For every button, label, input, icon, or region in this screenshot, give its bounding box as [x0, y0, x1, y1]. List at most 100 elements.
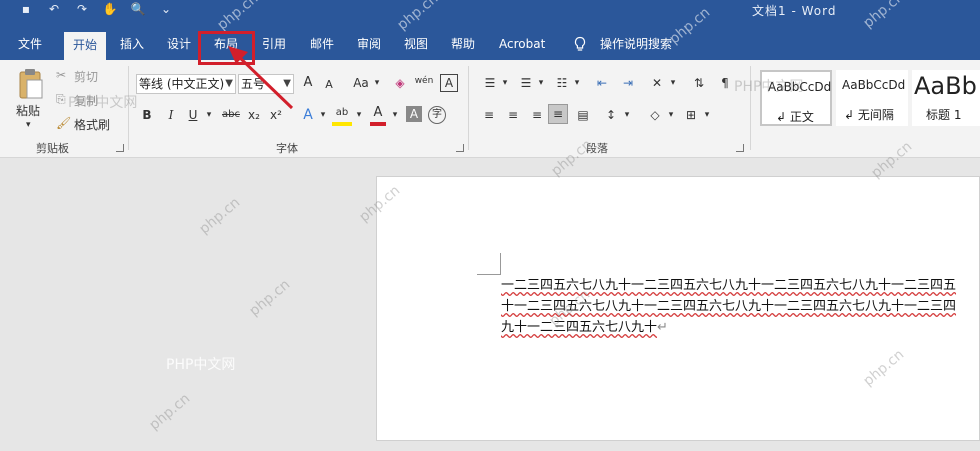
line-spacing-icon[interactable]: ↕ — [602, 106, 620, 124]
group-divider — [128, 66, 129, 150]
margin-corner-mark — [477, 253, 501, 275]
ribbon-tabs: 文件 开始 插入 设计 布局 引用 邮件 审阅 视图 帮助 Acrobat 操作… — [0, 28, 980, 60]
highlight-button[interactable]: ab — [332, 104, 352, 126]
style-name: 标题 1 — [926, 108, 962, 122]
tab-design[interactable]: 设计 — [167, 36, 191, 60]
group-divider — [468, 66, 469, 150]
multilevel-list-icon[interactable]: ☷ — [552, 74, 572, 92]
grow-font-button[interactable]: A — [300, 74, 316, 92]
text-effects-button[interactable]: A — [300, 106, 316, 124]
align-center-icon[interactable]: ≡ — [504, 106, 522, 124]
style-heading-1[interactable]: AaBb 标题 1 — [912, 70, 980, 126]
paste-icon[interactable] — [18, 68, 44, 100]
shrink-font-button[interactable]: A — [322, 76, 336, 94]
cut-icon[interactable]: ✂ — [56, 68, 66, 82]
phonetic-guide-button[interactable]: wén — [414, 72, 434, 90]
enclose-characters-button[interactable]: 字 — [428, 106, 446, 124]
tab-home[interactable]: 开始 — [64, 32, 107, 60]
customize-qat-icon[interactable]: ⌄ — [158, 2, 174, 16]
redo-icon[interactable]: ↷ — [74, 2, 90, 16]
tab-acrobat[interactable]: Acrobat — [499, 36, 545, 60]
ribbon-home: 粘贴 ▾ ✂ 剪切 ⎘ 复制 🖌 格式刷 剪贴板 等线 (中文正文) ▼ 五号 … — [0, 60, 980, 158]
text-line[interactable]: 一二三四五六七八九十一二三四五六七八九十一二三四五六七八九十一二三四五 — [501, 275, 980, 296]
quick-access-toolbar: ▪ ↶ ↷ ✋ 🔍 ⌄ — [18, 2, 174, 16]
copy-button[interactable]: 复制 — [74, 92, 98, 109]
font-family-value: 等线 (中文正文) — [139, 77, 225, 91]
chevron-down-icon[interactable]: ▾ — [572, 74, 582, 92]
font-family-select[interactable]: 等线 (中文正文) ▼ — [136, 74, 236, 94]
style-sample: AaBb — [914, 72, 977, 100]
document-page[interactable]: 一二三四五六七八九十一二三四五六七八九十一二三四五六七八九十一二三四五 十一二三… — [376, 176, 980, 441]
document-paragraph[interactable]: 一二三四五六七八九十一二三四五六七八九十一二三四五六七八九十一二三四五 十一二三… — [501, 275, 980, 338]
clipboard-launcher-icon[interactable] — [116, 144, 124, 152]
clipboard-group-label: 剪贴板 — [36, 142, 69, 155]
tell-me-search[interactable]: 操作说明搜索 — [600, 36, 672, 60]
tab-help[interactable]: 帮助 — [451, 36, 475, 60]
paragraph-launcher-icon[interactable] — [736, 144, 744, 152]
text-line[interactable]: 十一二三四五六七八九十一二三四五六七八九十一二三四五六七八九十一二三四 — [501, 296, 980, 317]
chevron-down-icon[interactable]: ▾ — [390, 106, 400, 124]
character-shading-button[interactable]: A — [406, 106, 422, 122]
format-painter-icon[interactable]: 🖌 — [56, 116, 71, 130]
chevron-down-icon[interactable]: ▾ — [500, 74, 510, 92]
font-group-label: 字体 — [276, 142, 298, 155]
format-painter-button[interactable]: 格式刷 — [74, 116, 110, 133]
title-bar: ▪ ↶ ↷ ✋ 🔍 ⌄ 文档1 - Word — [0, 0, 980, 28]
cut-button[interactable]: 剪切 — [74, 68, 98, 85]
tab-review[interactable]: 审阅 — [357, 36, 381, 60]
text-line-last[interactable]: 九十一二三四五六七八九十↵ — [501, 320, 668, 335]
bullets-icon[interactable]: ☰ — [480, 74, 500, 92]
chevron-down-icon[interactable]: ▾ — [622, 106, 632, 124]
style-name: ↲ 无间隔 — [844, 108, 894, 122]
numbering-icon[interactable]: ☰ — [516, 74, 536, 92]
chevron-down-icon[interactable]: ▾ — [204, 106, 214, 124]
increase-indent-icon[interactable]: ⇥ — [618, 74, 638, 92]
chevron-down-icon[interactable]: ▾ — [372, 74, 382, 92]
chevron-down-icon[interactable]: ▾ — [702, 106, 712, 124]
paragraph-mark-icon: ↵ — [657, 320, 668, 335]
group-divider — [750, 66, 751, 150]
sort-icon[interactable]: ⇅ — [690, 74, 708, 92]
align-left-icon[interactable]: ≡ — [480, 106, 498, 124]
style-sample: AaBbCcDd — [842, 78, 906, 92]
chevron-down-icon[interactable]: ▾ — [666, 106, 676, 124]
distributed-icon[interactable]: ▤ — [574, 106, 592, 124]
tab-insert[interactable]: 插入 — [120, 36, 144, 60]
style-no-spacing[interactable]: AaBbCcDd ↲ 无间隔 — [836, 70, 908, 126]
style-name: ↲ 正文 — [776, 110, 814, 124]
character-border-button[interactable]: A — [440, 74, 458, 92]
decrease-indent-icon[interactable]: ⇤ — [592, 74, 612, 92]
tab-view[interactable]: 视图 — [404, 36, 428, 60]
window-title: 文档1 - Word — [752, 4, 837, 18]
underline-button[interactable]: U — [186, 106, 200, 124]
show-marks-icon[interactable]: ¶ — [716, 74, 734, 92]
touch-mode-icon[interactable]: ✋ — [102, 2, 118, 16]
style-normal[interactable]: AaBbCcDd ↲ 正文 — [760, 70, 832, 126]
chevron-down-icon[interactable]: ▾ — [318, 106, 328, 124]
change-case-button[interactable]: Aa — [350, 74, 372, 92]
style-sample: AaBbCcDd — [768, 80, 832, 94]
clear-formatting-icon[interactable]: ◈ — [392, 74, 408, 92]
align-right-icon[interactable]: ≡ — [528, 106, 546, 124]
tab-file[interactable]: 文件 — [18, 36, 42, 60]
annotation-arrow-icon — [228, 46, 294, 110]
chinese-layout-icon[interactable]: ✕ — [646, 74, 668, 92]
bold-button[interactable]: B — [140, 106, 154, 124]
font-launcher-icon[interactable] — [456, 144, 464, 152]
paste-button[interactable]: 粘贴 — [16, 102, 40, 119]
font-color-button[interactable]: A — [370, 104, 386, 126]
copy-icon[interactable]: ⎘ — [56, 92, 66, 107]
save-icon[interactable]: ▪ — [18, 2, 34, 16]
chevron-down-icon[interactable]: ▾ — [668, 74, 678, 92]
italic-button[interactable]: I — [164, 106, 178, 124]
shading-icon[interactable]: ◇ — [646, 106, 664, 124]
paste-dropdown-icon[interactable]: ▾ — [26, 120, 31, 130]
justify-icon[interactable]: ≡ — [548, 104, 568, 124]
lightbulb-icon — [574, 36, 586, 51]
borders-icon[interactable]: ⊞ — [682, 106, 700, 124]
chevron-down-icon[interactable]: ▾ — [354, 106, 364, 124]
print-preview-icon[interactable]: 🔍 — [130, 2, 146, 16]
chevron-down-icon[interactable]: ▾ — [536, 74, 546, 92]
tab-mailings[interactable]: 邮件 — [310, 36, 334, 60]
undo-icon[interactable]: ↶ — [46, 2, 62, 16]
